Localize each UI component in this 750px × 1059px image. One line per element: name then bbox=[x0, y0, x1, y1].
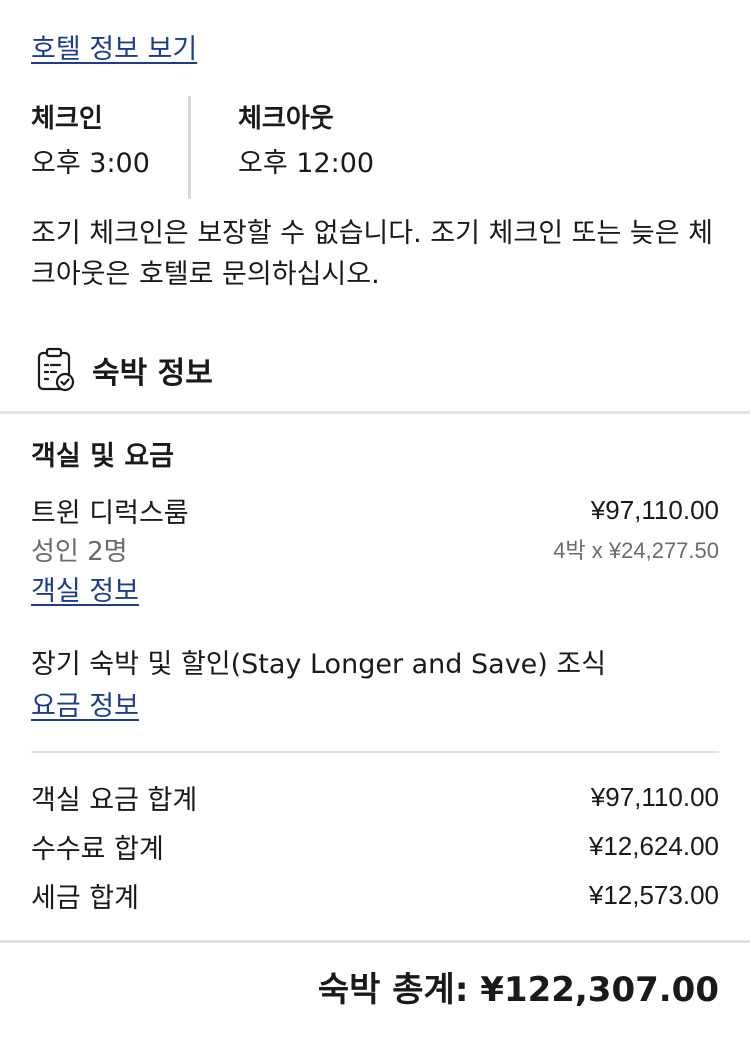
nightly-breakdown: 4박 x ¥24,277.50 bbox=[553, 538, 719, 563]
room-info-link[interactable]: 객실 정보 bbox=[31, 573, 139, 611]
checkout-time: 오후 12:00 bbox=[238, 148, 375, 179]
checkin-label: 체크인 bbox=[31, 104, 103, 134]
clipboard-check-icon bbox=[36, 347, 76, 393]
checkin-time: 오후 3:00 bbox=[31, 148, 150, 179]
checkin-checkout-times: 체크인 오후 3:00 체크아웃 오후 12:00 bbox=[31, 96, 731, 200]
room-price: ¥97,110.00 bbox=[590, 494, 719, 525]
checkout-label: 체크아웃 bbox=[238, 104, 334, 134]
total-divider bbox=[0, 940, 750, 943]
hotel-info-link[interactable]: 호텔 정보 보기 bbox=[31, 30, 197, 70]
room-name: 트윈 디럭스룸 bbox=[31, 497, 189, 529]
summary-label: 수수료 합계 bbox=[31, 833, 164, 865]
stay-total: 숙박 총계: ¥122,307.00 bbox=[317, 970, 719, 1010]
vertical-divider bbox=[188, 96, 191, 199]
guest-count: 성인 2명 bbox=[31, 536, 128, 567]
summary-label: 세금 합계 bbox=[31, 882, 139, 914]
rate-name: 장기 숙박 및 할인(Stay Longer and Save) 조식 bbox=[31, 649, 607, 680]
summary-value: ¥97,110.00 bbox=[590, 781, 719, 812]
room-and-rate-title: 객실 및 요금 bbox=[31, 441, 174, 472]
guests-row: 성인 2명 4박 x ¥24,277.50 bbox=[31, 531, 719, 567]
stay-details-page: 호텔 정보 보기 체크인 오후 3:00 체크아웃 오후 12:00 조기 체크… bbox=[0, 0, 750, 1059]
section-divider bbox=[0, 411, 750, 414]
stay-info-header: 숙박 정보 bbox=[36, 345, 213, 395]
summary-value: ¥12,573.00 bbox=[588, 879, 719, 910]
room-row: 트윈 디럭스룸 ¥97,110.00 bbox=[31, 490, 719, 530]
summary-row: 수수료 합계 ¥12,624.00 bbox=[31, 826, 719, 866]
summary-value: ¥12,624.00 bbox=[588, 830, 719, 861]
summary-divider bbox=[31, 751, 719, 753]
checkin-column: 체크인 오후 3:00 bbox=[31, 102, 150, 184]
summary-row: 세금 합계 ¥12,573.00 bbox=[31, 875, 719, 915]
early-checkin-note: 조기 체크인은 보장할 수 없습니다. 조기 체크인 또는 늦은 체크아웃은 호… bbox=[31, 218, 713, 290]
stay-info-title: 숙박 정보 bbox=[92, 356, 213, 391]
summary-row: 객실 요금 합계 ¥97,110.00 bbox=[31, 777, 719, 817]
rate-info-link[interactable]: 요금 정보 bbox=[31, 688, 139, 726]
checkout-column: 체크아웃 오후 12:00 bbox=[238, 102, 374, 184]
summary-label: 객실 요금 합계 bbox=[31, 784, 198, 816]
